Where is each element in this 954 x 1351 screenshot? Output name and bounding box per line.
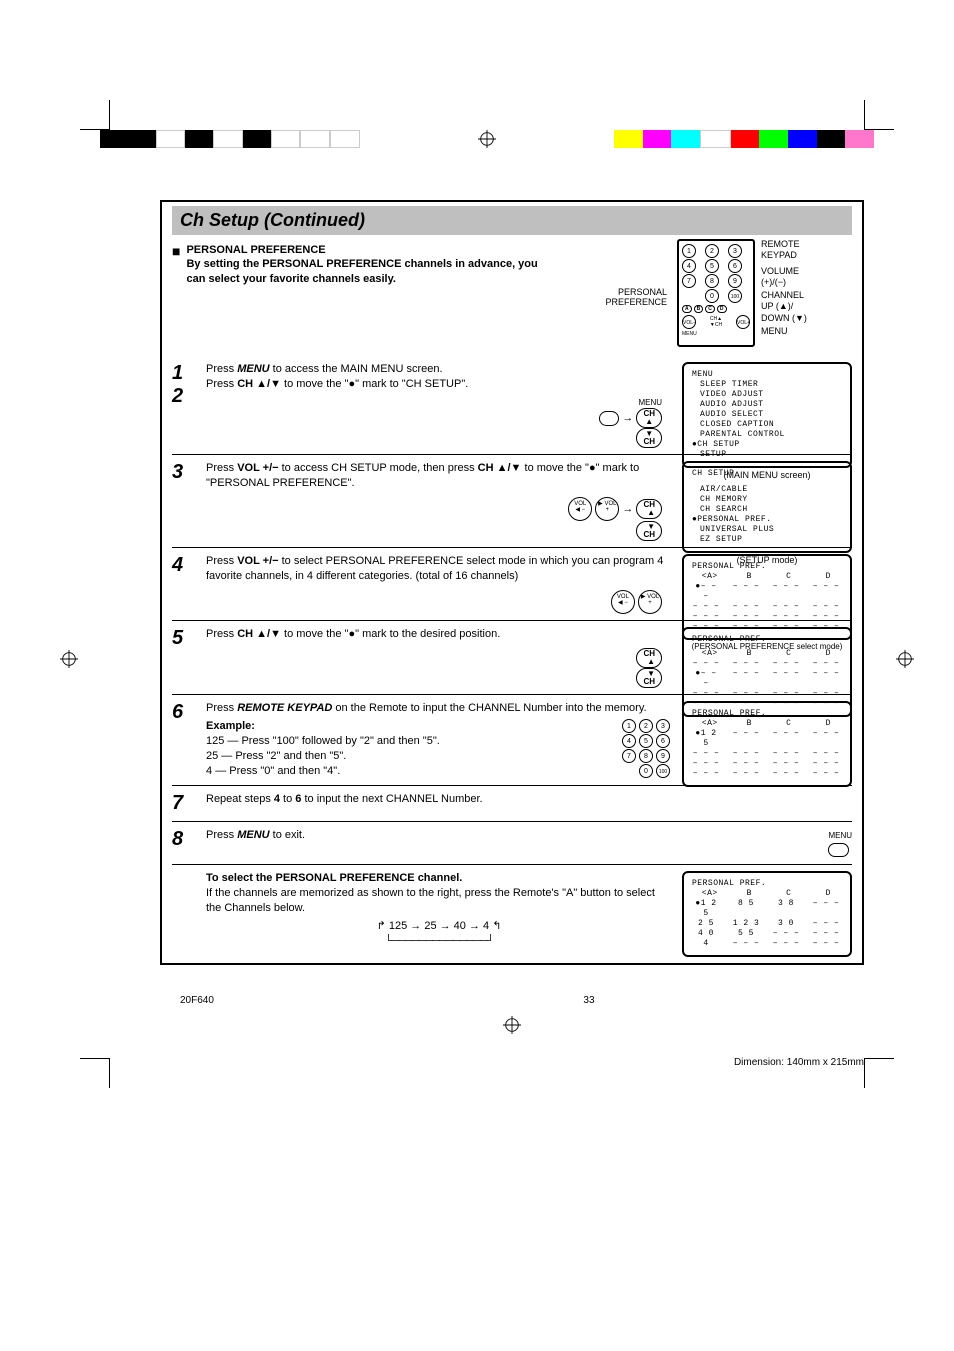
- step-4: 4 Press VOL +/− to select PERSONAL PREFE…: [172, 547, 852, 620]
- vol-minus-icon: VOL◀ −: [611, 590, 635, 614]
- ch-setup-screen: CH SETUP AIR/CABLE CH MEMORY CH SEARCH ●…: [682, 461, 852, 553]
- ch-up-icon: CH▲: [636, 499, 662, 519]
- ch-down-icon: ▼CH: [636, 428, 662, 448]
- ch-down-icon: ▼CH: [636, 668, 662, 688]
- pref-input-screen: PERSONAL PREF. <A>BCD ●1 2 5– – –– – –– …: [682, 701, 852, 787]
- vol-plus-icon: ▶ VOL+: [595, 497, 619, 521]
- page-title: Ch Setup (Continued): [172, 206, 852, 235]
- dimension-note: Dimension: 140mm x 215mm: [160, 1057, 864, 1068]
- step-5: 5 Press CH ▲/▼ to move the "●" mark to t…: [172, 620, 852, 694]
- ch-up-icon: CH▲: [636, 408, 662, 428]
- registration-mark-icon: [503, 1016, 521, 1034]
- content-frame: Ch Setup (Continued) ■ PERSONAL PREFEREN…: [160, 200, 864, 965]
- ch-down-icon: ▼CH: [636, 521, 662, 541]
- menu-button-icon: [599, 411, 620, 426]
- footer: 20F640 33: [160, 995, 864, 1006]
- personal-preference-label: PERSONAL PREFERENCE: [605, 287, 667, 307]
- step-1-2: 1 2 Press MENU to access the MAIN MENU s…: [172, 356, 852, 454]
- vol-plus-icon: ▶ VOL+: [638, 590, 662, 614]
- step-3: 3 Press VOL +/− to access CH SETUP mode,…: [172, 454, 852, 547]
- registration-mark-icon: [896, 650, 914, 668]
- section-heading-block: PERSONAL PREFERENCE By setting the PERSO…: [186, 243, 546, 286]
- square-bullet-icon: ■: [172, 243, 180, 259]
- remote-diagram: 123 456 789 0100 ABCD VOL− CH▲▼CH VOL+: [677, 239, 852, 347]
- registration-mark-icon: [478, 130, 496, 148]
- main-menu-screen: MENU SLEEP TIMER VIDEO ADJUST AUDIO ADJU…: [682, 362, 852, 468]
- step-6: 6 Press REMOTE KEYPAD on the Remote to i…: [172, 694, 852, 785]
- registration-mark-icon: [60, 650, 78, 668]
- ch-up-icon: CH▲: [636, 648, 662, 668]
- select-pref-block: To select the PERSONAL PREFERENCE channe…: [172, 864, 852, 955]
- keypad-icon: 123 456 789 0100: [622, 719, 672, 778]
- pref-memorized-screen: PERSONAL PREF. <A>BCD ●1 2 58 53 8– – – …: [682, 871, 852, 957]
- menu-button-icon: [828, 843, 849, 858]
- step-7: 7 Repeat steps 4 to 6 to input the next …: [172, 785, 852, 821]
- step-8: 8 Press MENU to exit. MENU: [172, 821, 852, 864]
- vol-minus-icon: VOL◀ −: [568, 497, 592, 521]
